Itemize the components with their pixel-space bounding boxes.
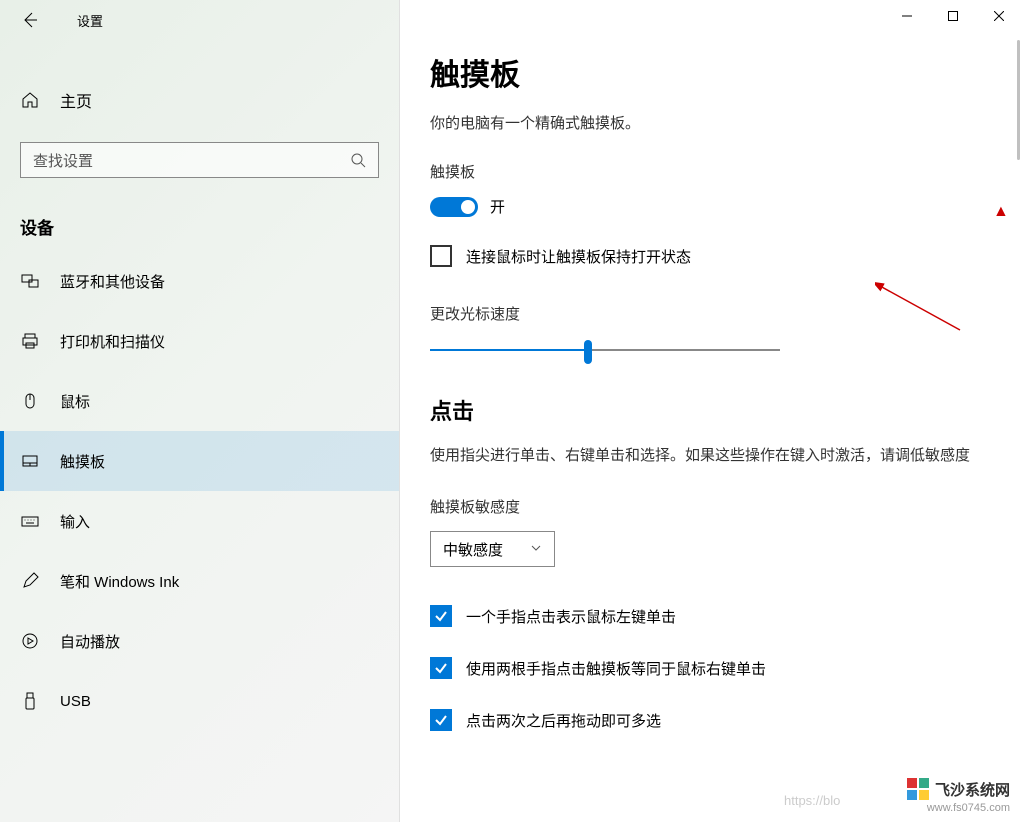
double-tap-drag-label: 点击两次之后再拖动即可多选 — [466, 710, 661, 731]
mouse-icon — [20, 391, 40, 411]
sidebar-item-mouse[interactable]: 鼠标 — [0, 371, 399, 431]
sidebar-item-label: USB — [60, 693, 91, 710]
single-tap-checkbox[interactable] — [430, 605, 452, 627]
autoplay-icon — [20, 631, 40, 651]
sidebar-item-label: 鼠标 — [60, 391, 90, 412]
search-placeholder: 查找设置 — [33, 150, 350, 171]
sensitivity-value: 中敏感度 — [443, 539, 503, 560]
nav-list: 蓝牙和其他设备 打印机和扫描仪 鼠标 触摸板 — [0, 251, 399, 731]
touchpad-toggle[interactable] — [430, 197, 478, 217]
sidebar-item-autoplay[interactable]: 自动播放 — [0, 611, 399, 671]
sidebar-home[interactable]: 主页 — [0, 70, 399, 130]
titlebar-left: 设置 — [0, 0, 399, 40]
toggle-state-label: 开 — [490, 196, 505, 217]
pen-icon — [20, 571, 40, 591]
content-area: 触摸板 你的电脑有一个精确式触摸板。 触摸板 开 连接鼠标时让触摸板保持打开状态… — [400, 0, 1022, 822]
minimize-button[interactable] — [884, 0, 930, 32]
keep-on-mouse-label: 连接鼠标时让触摸板保持打开状态 — [466, 246, 691, 267]
touchpad-icon — [20, 451, 40, 471]
sidebar-item-touchpad[interactable]: 触摸板 — [0, 431, 399, 491]
scrollbar[interactable] — [1017, 40, 1020, 160]
sidebar-item-label: 自动播放 — [60, 631, 120, 652]
home-icon — [20, 90, 40, 110]
sidebar-item-typing[interactable]: 输入 — [0, 491, 399, 551]
watermark-url-text: www.fs0745.com — [907, 802, 1010, 814]
close-button[interactable] — [976, 0, 1022, 32]
page-subtitle: 你的电脑有一个精确式触摸板。 — [430, 112, 992, 133]
watermark-brand-text: 飞沙系统网 — [935, 779, 1010, 800]
double-tap-drag-checkbox[interactable] — [430, 709, 452, 731]
category-label: 设备 — [0, 190, 399, 251]
sidebar-item-label: 蓝牙和其他设备 — [60, 271, 165, 292]
window-title: 设置 — [77, 11, 103, 30]
sidebar-item-printers[interactable]: 打印机和扫描仪 — [0, 311, 399, 371]
two-finger-tap-checkbox[interactable] — [430, 657, 452, 679]
usb-icon — [20, 691, 40, 711]
keyboard-icon — [20, 511, 40, 531]
cursor-speed-slider[interactable] — [430, 338, 780, 362]
sidebar-item-label: 笔和 Windows Ink — [60, 571, 179, 592]
two-finger-tap-label: 使用两根手指点击触摸板等同于鼠标右键单击 — [466, 658, 766, 679]
sidebar-item-label: 输入 — [60, 511, 90, 532]
watermark: 飞沙系统网 www.fs0745.com — [907, 778, 1010, 814]
page-title: 触摸板 — [430, 50, 992, 94]
search-icon — [350, 152, 366, 168]
sidebar-item-label: 触摸板 — [60, 451, 105, 472]
single-tap-label: 一个手指点击表示鼠标左键单击 — [466, 606, 676, 627]
search-input[interactable]: 查找设置 — [20, 142, 379, 178]
settings-sidebar: 设置 主页 查找设置 设备 蓝牙和其他设备 — [0, 0, 400, 822]
cursor-speed-label: 更改光标速度 — [430, 303, 992, 324]
sidebar-item-usb[interactable]: USB — [0, 671, 399, 731]
sidebar-item-bluetooth[interactable]: 蓝牙和其他设备 — [0, 251, 399, 311]
taps-description: 使用指尖进行单击、右键单击和选择。如果这些操作在键入时激活，请调低敏感度 — [430, 444, 992, 468]
sidebar-item-pen[interactable]: 笔和 Windows Ink — [0, 551, 399, 611]
sidebar-item-label: 打印机和扫描仪 — [60, 331, 165, 352]
sensitivity-dropdown[interactable]: 中敏感度 — [430, 531, 555, 567]
printer-icon — [20, 331, 40, 351]
back-button[interactable] — [18, 8, 42, 32]
faded-url-text: https://blo — [784, 793, 840, 808]
watermark-logo-icon — [907, 778, 929, 800]
window-controls — [884, 0, 1022, 32]
bluetooth-devices-icon — [20, 271, 40, 291]
home-label: 主页 — [60, 88, 92, 112]
touchpad-label: 触摸板 — [430, 161, 992, 182]
sensitivity-label: 触摸板敏感度 — [430, 496, 992, 517]
taps-heading: 点击 — [430, 394, 992, 426]
keep-on-mouse-checkbox[interactable] — [430, 245, 452, 267]
chevron-down-icon — [530, 541, 542, 558]
maximize-button[interactable] — [930, 0, 976, 32]
